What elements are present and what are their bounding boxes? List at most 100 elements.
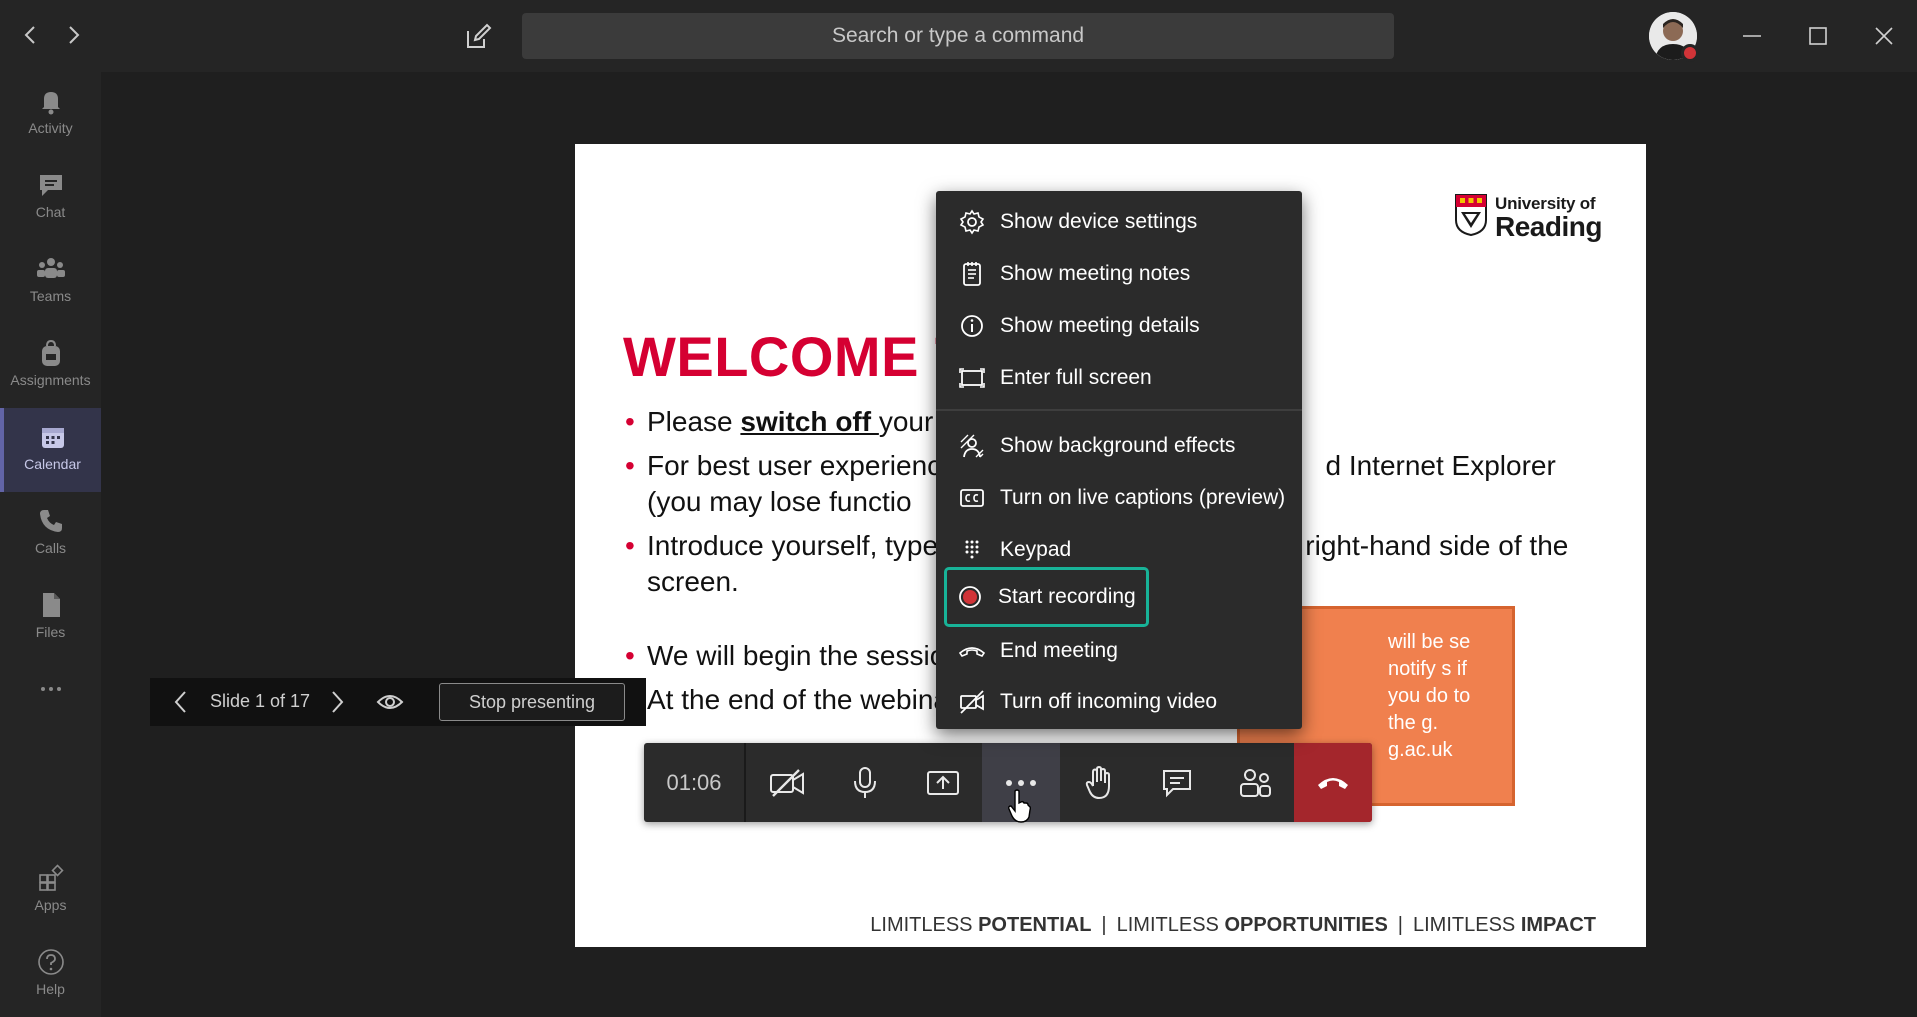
back-button[interactable]	[18, 22, 44, 48]
title-bar: Search or type a command	[0, 0, 1917, 72]
rail-label: Help	[36, 981, 65, 997]
menu-item-meeting-notes[interactable]: Show meeting notes	[936, 249, 1302, 299]
tagline-bold: POTENTIAL	[978, 914, 1092, 936]
compose-icon	[467, 23, 492, 48]
private-view-button[interactable]	[376, 690, 404, 714]
new-chat-button[interactable]	[462, 21, 494, 53]
raise-hand-button[interactable]	[1060, 743, 1138, 822]
eye-icon	[376, 695, 404, 709]
end-call-icon	[1318, 777, 1348, 789]
minimize-button[interactable]	[1734, 18, 1770, 54]
teams-icon	[36, 258, 65, 278]
rail-label: Teams	[29, 288, 72, 304]
tagline-bold: IMPACT	[1520, 914, 1596, 936]
rail-item-chat[interactable]: Chat	[0, 156, 101, 240]
participants-icon	[1240, 768, 1271, 797]
menu-item-label: End meeting	[1000, 639, 1118, 662]
menu-item-end-meeting[interactable]: End meeting	[936, 626, 1302, 676]
bell-icon	[41, 92, 60, 115]
participants-button[interactable]	[1216, 743, 1294, 822]
apps-icon	[38, 864, 64, 891]
notes-icon	[963, 262, 981, 286]
menu-item-full-screen[interactable]: Enter full screen	[936, 353, 1302, 403]
presence-busy-indicator	[1681, 44, 1699, 62]
next-slide-button[interactable]	[324, 688, 350, 716]
rail-label: Activity	[28, 120, 73, 136]
rail-item-help[interactable]: Help	[0, 933, 101, 1017]
slide-tagline: LIMITLESS POTENTIAL | LIMITLESS OPPORTUNIT…	[870, 914, 1596, 937]
crest-icon	[1455, 194, 1487, 236]
rail-item-apps[interactable]: Apps	[0, 849, 101, 933]
phone-icon	[39, 510, 62, 532]
presenter-toolbar: Slide 1 of 17 Stop presenting	[150, 678, 646, 726]
calendar-icon	[41, 428, 64, 448]
video-off-icon	[960, 690, 984, 714]
rail-more-apps[interactable]	[0, 660, 101, 744]
maximize-button[interactable]	[1800, 18, 1836, 54]
record-icon	[959, 586, 981, 608]
logo-line2: Reading	[1495, 211, 1602, 242]
backpack-icon	[41, 339, 60, 366]
microphone-icon	[854, 766, 876, 798]
fullscreen-icon	[959, 368, 985, 388]
files-icon	[42, 593, 60, 617]
menu-item-label: Turn off incoming video	[1000, 690, 1218, 713]
share-button[interactable]	[904, 743, 982, 822]
rail-item-activity[interactable]: Activity	[0, 72, 101, 156]
end-call-icon	[958, 647, 986, 657]
info-icon	[961, 315, 983, 337]
more-horizontal-icon	[1006, 779, 1036, 786]
forward-button[interactable]	[60, 22, 86, 48]
microphone-button[interactable]	[826, 743, 904, 822]
chevron-left-icon	[24, 26, 35, 44]
rail-item-teams[interactable]: Teams	[0, 240, 101, 324]
stop-presenting-button[interactable]: Stop presenting	[439, 683, 625, 721]
rail-label: Files	[35, 624, 66, 640]
tagline-bold: OPPORTUNITIES	[1224, 914, 1388, 936]
hand-pointer-cursor-icon	[1008, 789, 1031, 823]
menu-item-label: Start recording	[998, 585, 1136, 608]
app-rail: Activity Chat Teams Assignments Calendar…	[0, 72, 101, 1017]
search-input[interactable]: Search or type a command	[522, 13, 1394, 59]
menu-item-label: Keypad	[1000, 538, 1072, 561]
tagline-word: LIMITLESS	[870, 914, 979, 936]
chat-button[interactable]	[1138, 743, 1216, 822]
previous-slide-button[interactable]	[168, 688, 194, 716]
rail-label: Calendar	[24, 456, 81, 472]
hang-up-button[interactable]	[1294, 743, 1372, 822]
rail-label: Apps	[34, 897, 67, 913]
keypad-icon	[965, 540, 979, 559]
menu-item-device-settings[interactable]: Show device settings	[936, 197, 1302, 247]
menu-item-label: Turn on live captions (preview)	[1000, 486, 1286, 509]
tagline-word: LIMITLESS	[1413, 914, 1521, 936]
more-horizontal-icon	[40, 687, 61, 691]
camera-toggle-button[interactable]	[748, 743, 826, 822]
chevron-right-icon	[69, 26, 80, 44]
menu-item-incoming-video-off[interactable]: Turn off incoming video	[936, 677, 1302, 727]
close-button[interactable]	[1866, 18, 1902, 54]
menu-item-live-captions[interactable]: Turn on live captions (preview)	[936, 473, 1302, 523]
tagline-separator: |	[1397, 914, 1403, 936]
chat-icon	[39, 175, 62, 196]
captions-icon	[960, 489, 984, 507]
chat-icon	[1163, 769, 1191, 797]
menu-item-meeting-details[interactable]: Show meeting details	[936, 301, 1302, 351]
background-effects-icon	[960, 434, 984, 458]
bullet-bold-text: switch off	[740, 406, 879, 437]
rail-item-calls[interactable]: Calls	[0, 492, 101, 576]
menu-item-background-effects[interactable]: Show background effects	[936, 421, 1302, 471]
rail-label: Calls	[34, 540, 67, 556]
maximize-icon	[1809, 27, 1827, 45]
slide-indicator: Slide 1 of 17	[210, 691, 311, 711]
menu-item-start-recording[interactable]: Start recording	[936, 572, 1302, 622]
rail-item-assignments[interactable]: Assignments	[0, 324, 101, 408]
minimize-icon	[1743, 35, 1761, 37]
chevron-left-icon	[174, 691, 186, 713]
rail-item-files[interactable]: Files	[0, 576, 101, 660]
video-off-icon	[770, 768, 804, 797]
help-icon	[37, 949, 64, 975]
close-icon	[1875, 27, 1893, 45]
rail-item-calendar[interactable]: Calendar	[0, 408, 101, 492]
tagline-word: LIMITLESS	[1116, 914, 1225, 936]
menu-item-label: Show meeting notes	[1000, 262, 1191, 285]
